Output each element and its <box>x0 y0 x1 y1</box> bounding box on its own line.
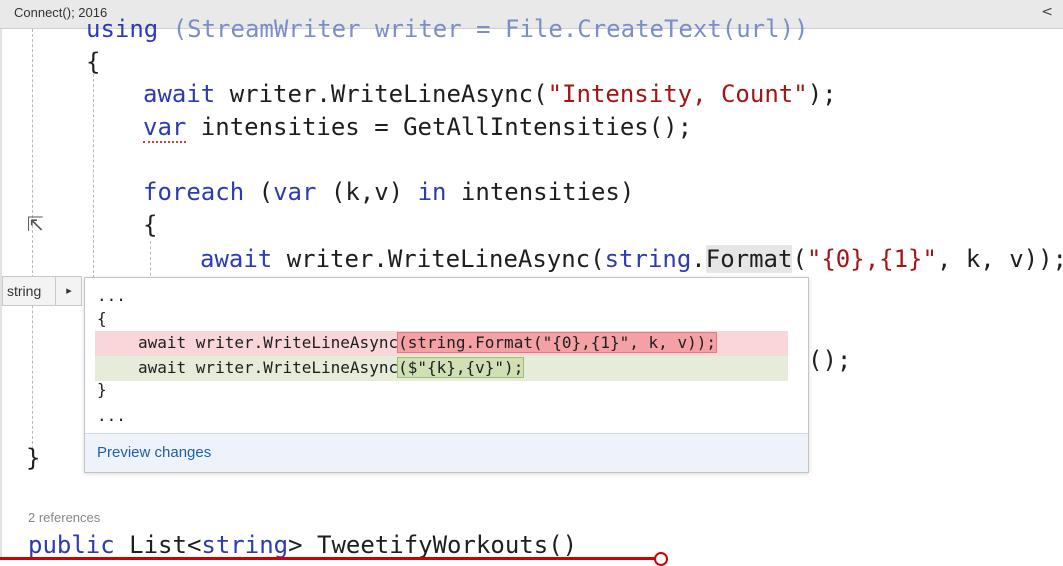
quick-action-tag[interactable]: string ▸ <box>2 276 82 306</box>
indent-guide <box>32 29 33 449</box>
preview-brace-close: } <box>97 380 107 399</box>
code-text: writer.WriteLineAsync( <box>272 245 605 273</box>
preview-ellipsis: ... <box>97 406 126 425</box>
code-text: . <box>691 245 706 273</box>
keyword-using: using <box>86 15 159 43</box>
preview-changes-popup: ... { await writer.WriteLineAsync(string… <box>84 277 809 473</box>
keyword-foreach: foreach <box>143 178 245 206</box>
keyword-var[interactable]: var <box>143 113 187 143</box>
code-text: await writer.WriteLineAsyn <box>138 333 389 352</box>
code-line-brace: { <box>86 48 101 76</box>
code-line-brace: { <box>143 211 158 239</box>
code-text: (StreamWriter writer = File.CreateText(u… <box>158 15 809 43</box>
keyword-in: in <box>417 178 447 206</box>
code-line-var-intensities: var intensities = GetAllIntensities(); <box>143 111 692 143</box>
preview-ellipsis: ... <box>97 286 126 305</box>
code-text: c <box>388 333 399 352</box>
preview-brace-open: { <box>97 309 107 328</box>
code-line-tail: (); <box>808 346 852 374</box>
code-text: ( <box>792 245 807 273</box>
references-codelens[interactable]: 2 references <box>28 510 100 525</box>
code-text: , k, v)); <box>936 245 1063 273</box>
preview-footer: Preview changes <box>85 433 808 472</box>
expand-arrow-icon[interactable]: ▸ <box>55 277 82 305</box>
share-icon[interactable]: < <box>1041 4 1053 20</box>
code-text: intensities = GetAllIntensities(); <box>186 113 693 141</box>
code-line-write-header: await writer.WriteLineAsync("Intensity, … <box>143 78 837 110</box>
code-text: List< <box>114 531 202 559</box>
preview-changes-link[interactable]: Preview changes <box>97 444 211 461</box>
string-literal: "{0},{1}" <box>806 245 937 273</box>
keyword-public: public <box>28 531 115 559</box>
keyword-await: await <box>143 80 216 108</box>
keyword-var: var <box>273 178 317 206</box>
deleted-segment: (string.Format("{0},{1}", k, v)); <box>397 332 717 353</box>
code-text: await writer.WriteLineAsyn <box>138 358 389 377</box>
video-progress-handle[interactable] <box>654 552 668 566</box>
keyword-string: string <box>201 531 289 559</box>
code-text: ( <box>244 178 274 206</box>
code-line-foreach: foreach (var (k,v) in intensities) <box>143 176 634 208</box>
code-line-write-format: await writer.WriteLineAsync(string.Forma… <box>200 243 1063 275</box>
code-text: ); <box>807 80 837 108</box>
code-line-using: using (StreamWriter writer = File.Create… <box>86 13 808 45</box>
keyword-await: await <box>200 245 273 273</box>
preview-deleted-line: await writer.WriteLineAsync(string.Forma… <box>138 331 717 355</box>
code-text: > TweetifyWorkouts() <box>288 531 578 559</box>
code-line-close-brace: } <box>26 444 41 472</box>
mouse-pointer-icon: ⇱ <box>27 212 44 236</box>
code-text: c <box>388 358 399 377</box>
code-text: (k,v) <box>316 178 418 206</box>
indent-guide <box>150 241 151 281</box>
added-segment: ($"{k},{v}"); <box>397 357 525 378</box>
code-text: writer.WriteLineAsync( <box>215 80 548 108</box>
quick-action-label: string <box>7 283 42 299</box>
code-text: intensities) <box>446 178 635 206</box>
preview-added-line: await writer.WriteLineAsync($"{k},{v}"); <box>138 356 525 380</box>
format-method-highlight[interactable]: Format <box>705 245 793 273</box>
keyword-string: string <box>604 245 692 273</box>
string-literal: "Intensity, Count" <box>547 80 808 108</box>
